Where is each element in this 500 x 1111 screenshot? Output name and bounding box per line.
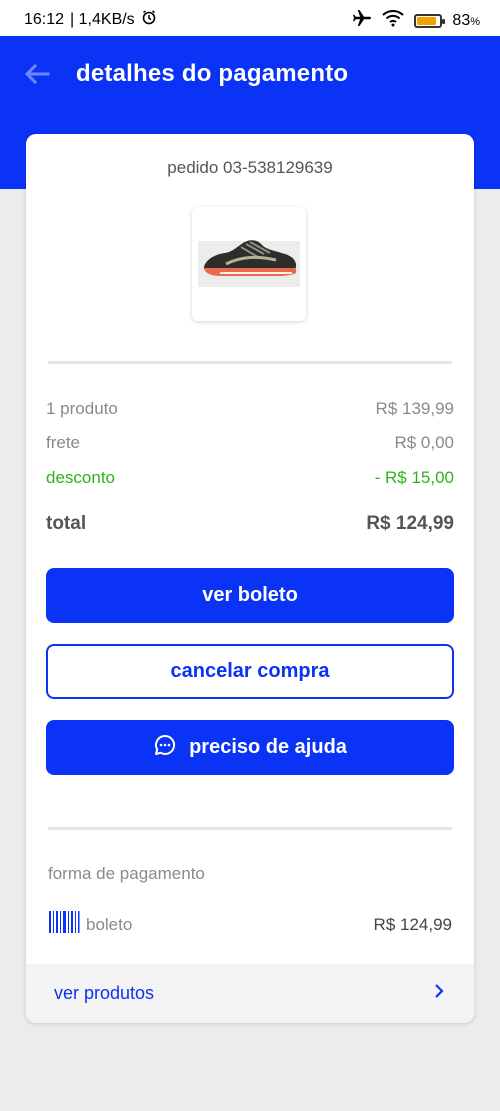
- products-label: 1 produto: [46, 399, 118, 418]
- summary-total-row: total R$ 124,99: [46, 513, 454, 535]
- summary-shipping-row: frete R$ 0,00: [46, 433, 454, 453]
- view-boleto-button[interactable]: ver boleto: [46, 568, 454, 623]
- summary-discount-row: desconto - R$ 15,00: [46, 468, 454, 488]
- discount-value: - R$ 15,00: [374, 468, 454, 487]
- divider: [48, 827, 452, 830]
- battery-percent: 83%: [452, 11, 480, 29]
- page-title: detalhes do pagamento: [76, 60, 349, 87]
- airplane-icon: [352, 9, 372, 32]
- app-bar: detalhes do pagamento: [0, 36, 500, 112]
- status-time: 16:12: [24, 10, 65, 28]
- payment-method-name: boleto: [86, 914, 133, 934]
- cancel-purchase-button[interactable]: cancelar compra: [46, 644, 454, 699]
- product-thumbnail[interactable]: [192, 207, 306, 321]
- status-bar: 16:12 | 1,4KB/s 83%: [0, 0, 500, 36]
- view-products-link[interactable]: ver produtos: [26, 964, 474, 1023]
- help-button[interactable]: preciso de ajuda: [46, 720, 454, 775]
- shipping-label: frete: [46, 433, 81, 452]
- view-boleto-label: ver boleto: [202, 584, 298, 606]
- arrow-left-icon[interactable]: [20, 60, 52, 88]
- status-network-speed: | 1,4KB/s: [70, 10, 135, 28]
- chevron-right-icon: [432, 983, 446, 1004]
- alarm-icon: [141, 9, 157, 30]
- summary-products-row: 1 produto R$ 139,99: [46, 399, 454, 419]
- total-label: total: [46, 513, 87, 534]
- payment-details-card: pedido 03-538129639 1 produto R$ 139,99 …: [26, 134, 474, 1023]
- discount-label: desconto: [46, 468, 115, 487]
- help-label: preciso de ajuda: [189, 736, 347, 758]
- running-shoe-image: [198, 240, 300, 287]
- payment-method-heading: forma de pagamento: [48, 864, 205, 883]
- view-products-label: ver produtos: [54, 983, 155, 1003]
- payment-amount: R$ 124,99: [373, 914, 452, 934]
- divider: [48, 361, 452, 364]
- products-value: R$ 139,99: [375, 399, 454, 418]
- cancel-purchase-label: cancelar compra: [170, 660, 330, 682]
- battery-icon: [414, 13, 446, 28]
- total-value: R$ 124,99: [366, 513, 454, 534]
- battery-fill: [417, 16, 436, 25]
- wifi-icon: [382, 9, 405, 32]
- order-id: pedido 03-538129639: [167, 158, 333, 177]
- barcode-icon: [48, 910, 80, 939]
- shipping-value: R$ 0,00: [394, 433, 454, 452]
- chat-bubble-icon: [153, 733, 177, 763]
- payment-method-row: boleto R$ 124,99: [48, 910, 452, 939]
